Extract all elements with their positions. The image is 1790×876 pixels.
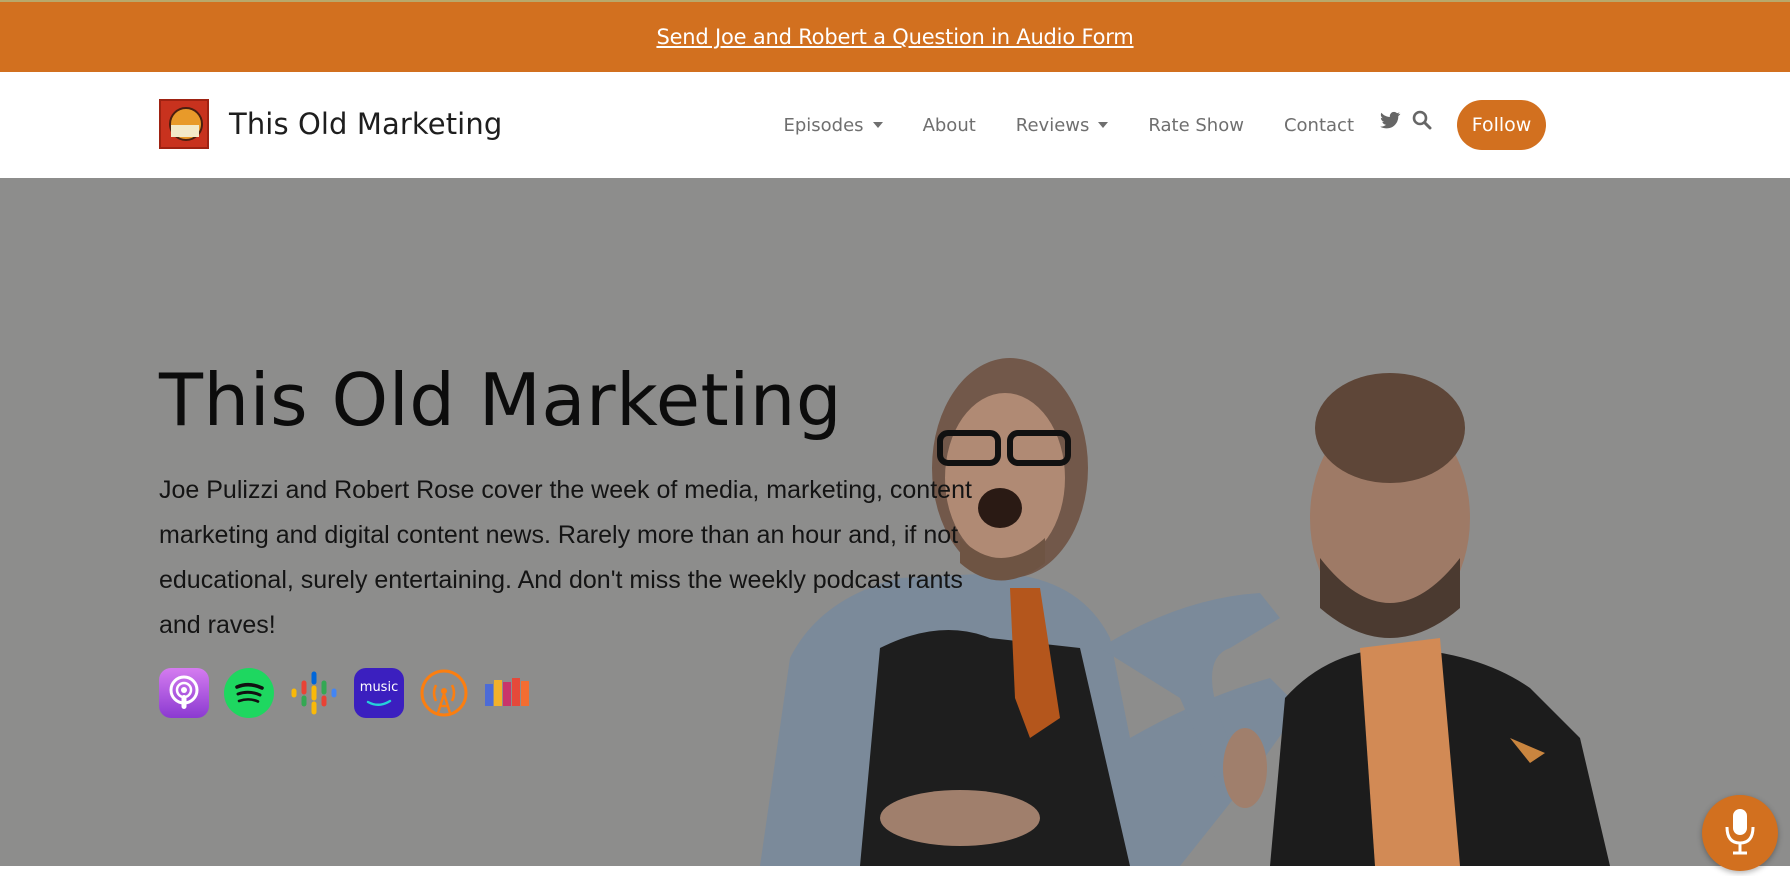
audio-question-button[interactable] bbox=[1702, 795, 1778, 871]
site-header: This Old Marketing Episodes About Review… bbox=[0, 72, 1790, 178]
main-nav: Episodes About Reviews Rate Show Contact bbox=[743, 72, 1354, 178]
search-icon[interactable] bbox=[1410, 108, 1434, 132]
hero-description: Joe Pulizzi and Robert Rose cover the we… bbox=[159, 476, 972, 639]
chevron-down-icon bbox=[1098, 122, 1109, 128]
amazon-music-icon[interactable]: music bbox=[354, 668, 404, 718]
apple-podcasts-icon[interactable] bbox=[159, 668, 209, 718]
nav-rate-show[interactable]: Rate Show bbox=[1148, 115, 1244, 136]
spotify-icon[interactable] bbox=[224, 668, 274, 718]
nav-contact-label: Contact bbox=[1283, 114, 1354, 136]
chevron-down-icon bbox=[872, 122, 883, 128]
nav-rate-show-label: Rate Show bbox=[1148, 114, 1244, 136]
follow-button[interactable]: Follow bbox=[1457, 100, 1546, 150]
nav-about-label: About bbox=[922, 114, 976, 136]
podchaser-icon[interactable] bbox=[484, 668, 534, 718]
twitter-icon[interactable] bbox=[1378, 108, 1402, 132]
brand-name[interactable]: This Old Marketing bbox=[229, 107, 502, 141]
podcast-platforms: music bbox=[159, 668, 549, 718]
audio-question-link[interactable]: Send Joe and Robert a Question in Audio … bbox=[656, 25, 1133, 49]
nav-episodes-label: Episodes bbox=[783, 114, 864, 136]
microphone-icon bbox=[1725, 809, 1755, 855]
hero-title: This Old Marketing bbox=[159, 358, 843, 442]
overcast-icon[interactable] bbox=[419, 668, 469, 718]
nav-reviews[interactable]: Reviews bbox=[1016, 115, 1109, 136]
brand[interactable]: This Old Marketing bbox=[159, 99, 502, 149]
nav-episodes[interactable]: Episodes bbox=[783, 114, 883, 136]
nav-about[interactable]: About bbox=[923, 115, 976, 136]
nav-contact[interactable]: Contact bbox=[1284, 115, 1354, 136]
announcement-bar: Send Joe and Robert a Question in Audio … bbox=[0, 0, 1790, 72]
hero-section: This Old Marketing Joe Pulizzi and Rober… bbox=[0, 178, 1790, 866]
podcast-logo[interactable] bbox=[159, 99, 209, 149]
google-podcasts-icon[interactable] bbox=[289, 668, 339, 718]
header-icons bbox=[1378, 108, 1442, 132]
nav-reviews-label: Reviews bbox=[1015, 114, 1090, 136]
